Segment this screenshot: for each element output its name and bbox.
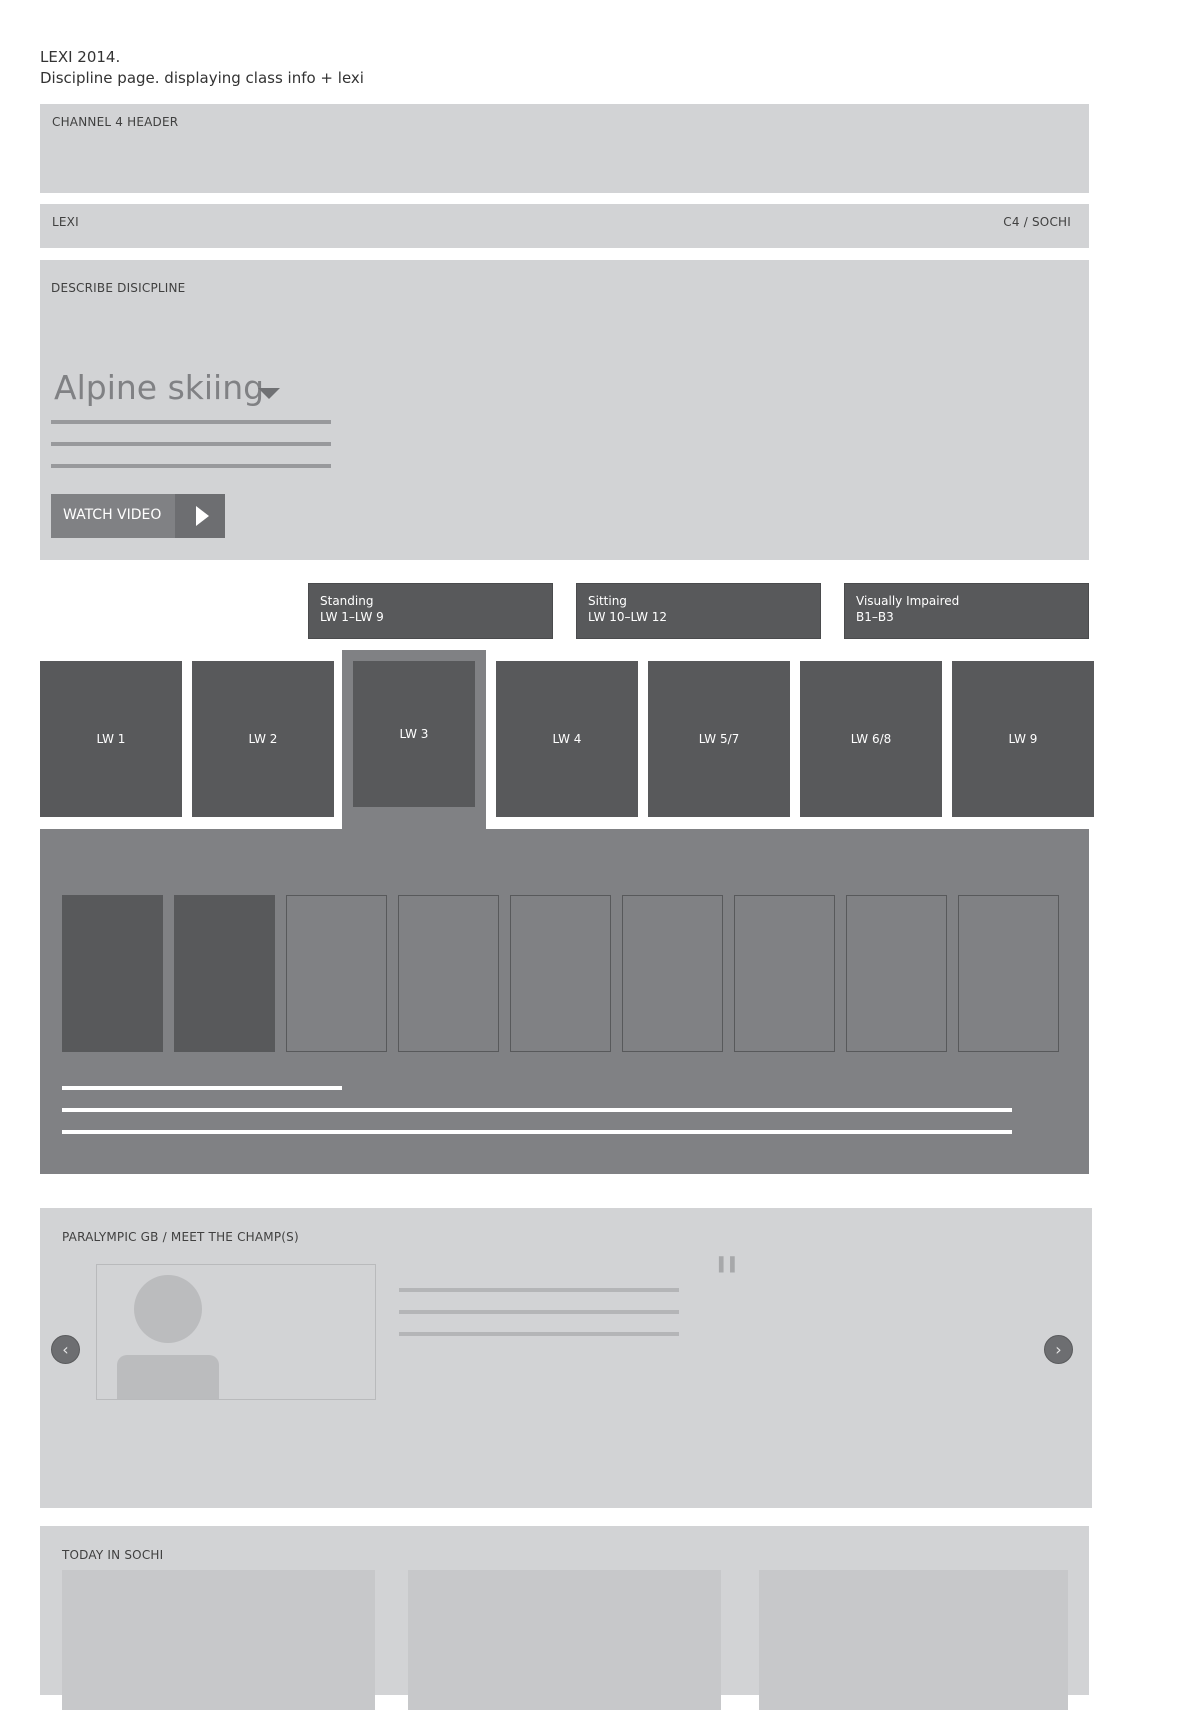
class-detail-card[interactable] bbox=[398, 895, 499, 1052]
document-title-line2: Discipline page. displaying class info +… bbox=[40, 69, 364, 87]
category-tab-range: LW 1–LW 9 bbox=[320, 610, 384, 624]
champ-text-line bbox=[399, 1310, 679, 1314]
class-detail-card[interactable] bbox=[734, 895, 835, 1052]
describe-discipline-panel: DESCRIBE DISICPLINE Alpine skiing WATCH … bbox=[40, 260, 1089, 560]
document-title: LEXI 2014. Discipline page. displaying c… bbox=[40, 47, 364, 89]
class-tile-lw2[interactable]: LW 2 bbox=[192, 661, 334, 817]
today-card[interactable] bbox=[62, 1570, 375, 1710]
class-detail-card[interactable] bbox=[846, 895, 947, 1052]
class-tile-lw6-8[interactable]: LW 6/8 bbox=[800, 661, 942, 817]
chevron-right-icon: › bbox=[1055, 1339, 1062, 1359]
c4-sochi-link[interactable]: C4 / SOCHI bbox=[1003, 215, 1071, 229]
champ-photo-card[interactable] bbox=[96, 1264, 376, 1400]
category-tab-visually-impaired[interactable]: Visually Impaired B1–B3 bbox=[844, 583, 1089, 639]
class-detail-card[interactable] bbox=[62, 895, 163, 1052]
quote-icon: " bbox=[713, 1245, 741, 1315]
class-tile-lw4[interactable]: LW 4 bbox=[496, 661, 638, 817]
today-in-sochi-section: TODAY IN SOCHI bbox=[40, 1526, 1089, 1710]
today-card[interactable] bbox=[759, 1570, 1068, 1710]
lexi-logo[interactable]: LEXI bbox=[52, 215, 79, 229]
chevron-left-icon: ‹ bbox=[62, 1339, 69, 1359]
category-tab-range: B1–B3 bbox=[856, 610, 894, 624]
class-detail-panel bbox=[40, 829, 1089, 1174]
category-tab-title: Sitting bbox=[588, 594, 627, 608]
class-tile-lw3[interactable]: LW 3 bbox=[353, 661, 475, 807]
watch-video-button[interactable]: WATCH VIDEO bbox=[51, 494, 225, 538]
champs-next-button[interactable]: › bbox=[1044, 1335, 1073, 1364]
class-detail-card[interactable] bbox=[622, 895, 723, 1052]
champs-prev-button[interactable]: ‹ bbox=[51, 1335, 80, 1364]
category-tab-range: LW 10–LW 12 bbox=[588, 610, 668, 624]
lexi-bar: LEXI C4 / SOCHI bbox=[40, 204, 1089, 248]
description-text-line bbox=[51, 464, 331, 468]
category-tab-title: Visually Impaired bbox=[856, 594, 960, 608]
chevron-down-icon[interactable] bbox=[258, 388, 280, 399]
class-detail-card[interactable] bbox=[174, 895, 275, 1052]
avatar-body bbox=[117, 1355, 219, 1399]
class-tile-lw5-7[interactable]: LW 5/7 bbox=[648, 661, 790, 817]
class-detail-text-line bbox=[62, 1086, 342, 1090]
description-text-line bbox=[51, 442, 331, 446]
champ-text-line bbox=[399, 1332, 679, 1336]
class-detail-card[interactable] bbox=[286, 895, 387, 1052]
channel4-header: CHANNEL 4 HEADER bbox=[40, 104, 1089, 193]
class-tile-lw1[interactable]: LW 1 bbox=[40, 661, 182, 817]
category-tab-standing[interactable]: Standing LW 1–LW 9 bbox=[308, 583, 553, 639]
describe-discipline-label: DESCRIBE DISICPLINE bbox=[51, 281, 186, 295]
champ-text-line bbox=[399, 1288, 679, 1292]
class-detail-card[interactable] bbox=[958, 895, 1059, 1052]
play-button-area bbox=[175, 494, 225, 538]
watch-video-label: WATCH VIDEO bbox=[63, 507, 162, 523]
meet-the-champs-section: PARALYMPIC GB / MEET THE CHAMP(S) ‹ " › bbox=[40, 1208, 1092, 1508]
class-detail-text-line bbox=[62, 1130, 1012, 1134]
selected-class-frame: LW 3 bbox=[342, 650, 486, 830]
play-icon bbox=[196, 506, 209, 526]
avatar-head bbox=[134, 1275, 202, 1343]
today-in-sochi-label: TODAY IN SOCHI bbox=[62, 1548, 164, 1562]
class-tile-lw9[interactable]: LW 9 bbox=[952, 661, 1094, 817]
today-card[interactable] bbox=[408, 1570, 721, 1710]
description-text-line bbox=[51, 420, 331, 424]
meet-the-champs-label: PARALYMPIC GB / MEET THE CHAMP(S) bbox=[62, 1230, 299, 1244]
category-tab-sitting[interactable]: Sitting LW 10–LW 12 bbox=[576, 583, 821, 639]
class-detail-text-line bbox=[62, 1108, 1012, 1112]
channel4-header-label: CHANNEL 4 HEADER bbox=[52, 115, 179, 129]
category-tab-title: Standing bbox=[320, 594, 374, 608]
document-title-line1: LEXI 2014. bbox=[40, 48, 121, 66]
class-detail-card[interactable] bbox=[510, 895, 611, 1052]
discipline-selector[interactable]: Alpine skiing bbox=[54, 368, 264, 407]
